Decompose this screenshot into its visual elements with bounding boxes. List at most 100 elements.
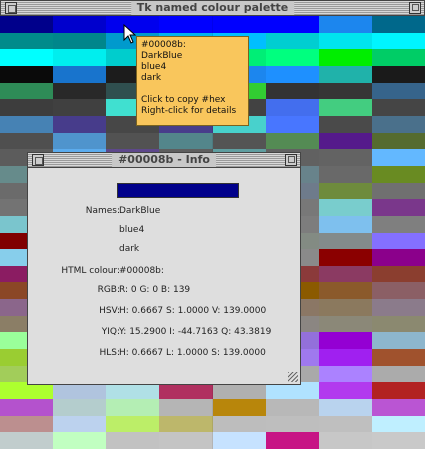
close-box-icon[interactable] [5, 2, 17, 14]
colour-cell[interactable] [53, 432, 108, 449]
colour-cell[interactable] [371, 315, 425, 333]
colour-cell[interactable] [318, 249, 373, 267]
colour-cell[interactable] [106, 415, 161, 433]
colour-cell[interactable] [371, 415, 425, 433]
colour-cell[interactable] [318, 299, 373, 317]
colour-cell[interactable] [371, 115, 425, 133]
colour-cell[interactable] [53, 399, 108, 417]
colour-cell[interactable] [212, 415, 267, 433]
colour-cell[interactable] [0, 132, 54, 150]
colour-cell[interactable] [0, 415, 54, 433]
colour-cell[interactable] [371, 99, 425, 117]
colour-cell[interactable] [318, 365, 373, 383]
colour-cell[interactable] [318, 232, 373, 250]
colour-cell[interactable] [371, 82, 425, 100]
colour-cell[interactable] [159, 399, 214, 417]
colour-cell[interactable] [159, 432, 214, 449]
colour-cell[interactable] [318, 199, 373, 217]
colour-cell[interactable] [265, 432, 320, 449]
colour-cell[interactable] [318, 132, 373, 150]
colour-cell[interactable] [318, 149, 373, 167]
colour-cell[interactable] [318, 415, 373, 433]
colour-cell[interactable] [159, 132, 214, 150]
colour-cell[interactable] [318, 282, 373, 300]
colour-cell[interactable] [318, 349, 373, 367]
colour-cell[interactable] [318, 115, 373, 133]
colour-cell[interactable] [318, 99, 373, 117]
colour-cell[interactable] [0, 32, 54, 50]
palette-window-titlebar[interactable]: Tk named colour palette [0, 0, 425, 16]
colour-cell[interactable] [371, 182, 425, 200]
colour-cell[interactable] [371, 282, 425, 300]
colour-cell[interactable] [371, 149, 425, 167]
info-close-box-icon[interactable] [32, 154, 44, 166]
colour-cell[interactable] [371, 199, 425, 217]
colour-cell[interactable] [53, 32, 108, 50]
colour-cell[interactable] [53, 415, 108, 433]
info-window-titlebar[interactable]: #00008b - Info [27, 152, 301, 168]
colour-cell[interactable] [318, 82, 373, 100]
colour-cell[interactable] [265, 415, 320, 433]
colour-cell[interactable] [371, 399, 425, 417]
colour-cell[interactable] [53, 49, 108, 67]
resize-grip-icon[interactable] [288, 372, 298, 382]
colour-cell[interactable] [371, 432, 425, 449]
colour-cell[interactable] [265, 65, 320, 83]
colour-cell[interactable] [318, 16, 373, 33]
colour-cell[interactable] [318, 215, 373, 233]
colour-cell[interactable] [106, 399, 161, 417]
colour-cell[interactable] [318, 315, 373, 333]
colour-cell[interactable] [318, 182, 373, 200]
colour-cell[interactable] [318, 332, 373, 350]
colour-cell[interactable] [371, 365, 425, 383]
colour-cell[interactable] [53, 16, 108, 33]
zoom-box-icon[interactable] [409, 2, 421, 14]
colour-cell[interactable] [212, 399, 267, 417]
colour-cell[interactable] [265, 132, 320, 150]
colour-cell[interactable] [0, 82, 54, 100]
colour-cell[interactable] [212, 132, 267, 150]
colour-cell[interactable] [265, 82, 320, 100]
colour-cell[interactable] [371, 215, 425, 233]
colour-cell[interactable] [0, 16, 54, 33]
colour-cell[interactable] [0, 49, 54, 67]
colour-cell[interactable] [371, 32, 425, 50]
colour-cell[interactable] [265, 32, 320, 50]
colour-cell[interactable] [318, 165, 373, 183]
colour-cell[interactable] [371, 49, 425, 67]
colour-cell[interactable] [371, 382, 425, 400]
colour-cell[interactable] [371, 349, 425, 367]
colour-cell[interactable] [265, 399, 320, 417]
colour-cell[interactable] [318, 32, 373, 50]
info-zoom-box-icon[interactable] [285, 154, 297, 166]
colour-cell[interactable] [371, 332, 425, 350]
colour-cell[interactable] [212, 16, 267, 33]
colour-cell[interactable] [0, 65, 54, 83]
colour-cell[interactable] [318, 382, 373, 400]
colour-cell[interactable] [318, 399, 373, 417]
colour-cell[interactable] [265, 99, 320, 117]
colour-cell[interactable] [53, 132, 108, 150]
colour-cell[interactable] [106, 432, 161, 449]
colour-cell[interactable] [159, 415, 214, 433]
colour-cell[interactable] [318, 265, 373, 283]
colour-cell[interactable] [159, 16, 214, 33]
colour-cell[interactable] [265, 16, 320, 33]
colour-cell[interactable] [53, 82, 108, 100]
colour-cell[interactable] [371, 299, 425, 317]
colour-cell[interactable] [0, 115, 54, 133]
colour-cell[interactable] [0, 399, 54, 417]
colour-cell[interactable] [106, 132, 161, 150]
colour-cell[interactable] [318, 49, 373, 67]
colour-cell[interactable] [53, 99, 108, 117]
colour-cell[interactable] [212, 432, 267, 449]
colour-cell[interactable] [53, 115, 108, 133]
colour-cell[interactable] [0, 432, 54, 449]
colour-cell[interactable] [371, 65, 425, 83]
colour-cell[interactable] [318, 65, 373, 83]
colour-cell[interactable] [371, 132, 425, 150]
colour-cell[interactable] [265, 115, 320, 133]
colour-cell[interactable] [53, 65, 108, 83]
colour-cell[interactable] [0, 99, 54, 117]
colour-cell[interactable] [318, 432, 373, 449]
